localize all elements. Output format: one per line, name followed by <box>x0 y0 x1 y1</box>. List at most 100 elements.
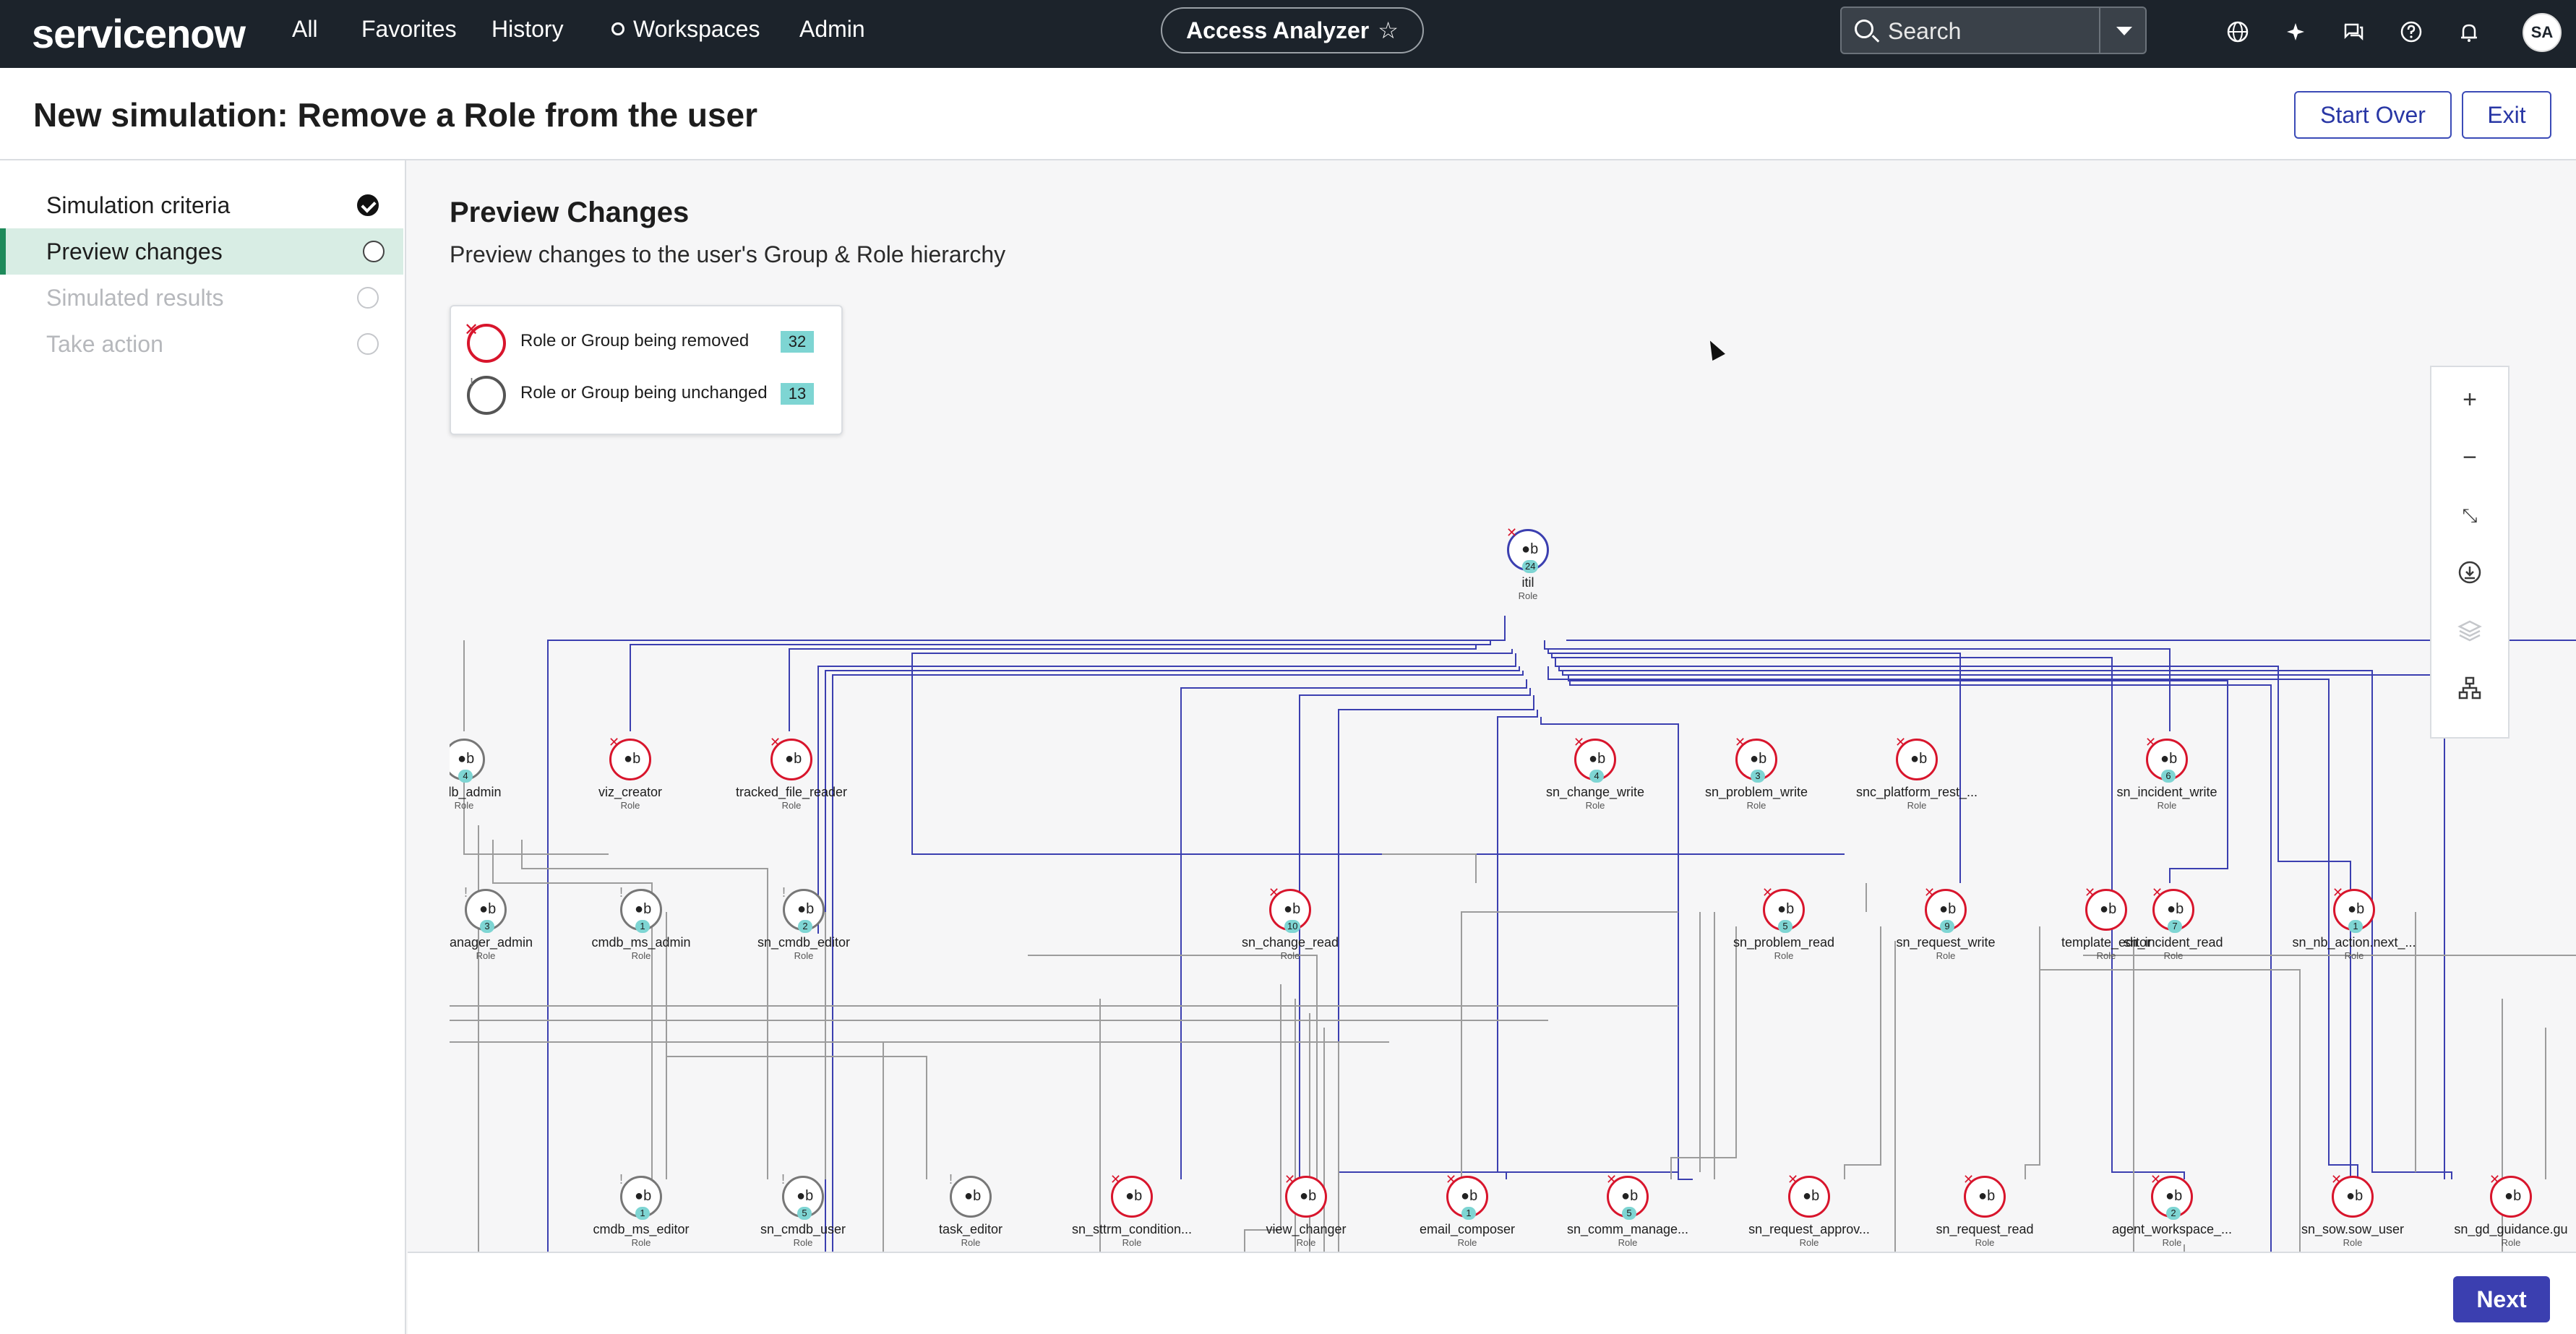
nav-favorites[interactable]: Favorites <box>361 16 457 43</box>
bell-icon[interactable] <box>2453 16 2485 48</box>
node-name: sn_change_read <box>1241 935 1339 950</box>
search-input[interactable] <box>1888 15 2105 47</box>
hierarchy-graph[interactable]: ✕●b24 itil Role !●b4 cmdb_admin Role ✕●b… <box>450 449 2576 1252</box>
role-circle-icon: ✕ ●b <box>2331 1172 2374 1218</box>
node-name: sn_sttrm_condition... <box>1071 1222 1193 1236</box>
role-node-task-editor[interactable]: ! ●b task_editor Role <box>902 1172 1039 1248</box>
hierarchy-icon[interactable] <box>2431 663 2508 714</box>
help-icon[interactable] <box>2395 16 2427 48</box>
step-take-action: Take action <box>0 321 403 367</box>
role-node-cmdb-ms-admin[interactable]: ! ●b 1 cmdb_ms_admin Role <box>572 885 710 961</box>
role-circle-icon: ✕ ●b 6 <box>2145 735 2188 783</box>
nav-workspaces[interactable]: Workspaces <box>611 16 760 43</box>
node-name: view_changer <box>1266 1222 1347 1236</box>
role-node-sn-change-read[interactable]: ✕ ●b 10 sn_change_read Role <box>1222 885 1359 961</box>
role-node-sn-request-approv[interactable]: ✕ ●b sn_request_approv... Role <box>1740 1172 1878 1248</box>
role-node-sn-cmdb-editor[interactable]: ! ●b 2 sn_cmdb_editor Role <box>735 885 872 961</box>
role-node-sn-request-read[interactable]: ✕ ●b sn_request_read Role <box>1916 1172 2053 1248</box>
legend-row-removed: ✕ Role or Group being removed 32 <box>464 320 836 364</box>
sparkle-icon[interactable] <box>2280 16 2311 48</box>
steps-sidebar: Simulation criteria Preview changes Simu… <box>0 160 406 1334</box>
nav-admin[interactable]: Admin <box>799 16 865 43</box>
role-circle-icon: ✕ ●b 5 <box>1762 885 1805 933</box>
role-node-sn-gd-guidance[interactable]: ✕ ●b sn_gd_guidance.gu Role <box>2442 1172 2576 1248</box>
node-type: Role <box>620 800 640 811</box>
step-simulation-criteria[interactable]: Simulation criteria <box>0 182 403 228</box>
role-node-sn-comm-manage[interactable]: ✕ ●b 5 sn_comm_manage... Role <box>1559 1172 1696 1248</box>
circle-icon <box>357 287 379 309</box>
servicenow-logo[interactable]: servicenow <box>32 10 246 57</box>
role-node-email-composer[interactable]: ✕ ●b 1 email_composer Role <box>1399 1172 1536 1248</box>
node-type: Role <box>1280 950 1300 961</box>
role-node-viz-creator[interactable]: ✕ ●b viz_creator Role <box>562 735 699 811</box>
start-over-button[interactable]: Start Over <box>2294 91 2452 139</box>
node-type: Role <box>1585 800 1605 811</box>
role-circle-icon: ! ●b 1 <box>619 1172 662 1220</box>
top-nav: servicenow All Favorites History Workspa… <box>0 0 2576 68</box>
node-type: Role <box>2157 800 2177 811</box>
role-node-sn-change-write[interactable]: ✕ ●b 4 sn_change_write Role <box>1527 735 1664 811</box>
zoom-out-icon[interactable]: − <box>2431 432 2508 483</box>
fit-icon[interactable]: ⤡ <box>2431 490 2508 541</box>
next-button[interactable]: Next <box>2453 1276 2550 1322</box>
node-name: task_editor <box>938 1222 1003 1236</box>
role-node-sn-sttrm-condition[interactable]: ✕ ●b sn_sttrm_condition... Role <box>1063 1172 1201 1248</box>
search-scope-dropdown[interactable] <box>2099 8 2145 53</box>
role-circle-icon: ✕ ●b 10 <box>1268 885 1311 933</box>
role-node-snc-platform-rest[interactable]: ✕ ●b snc_platform_rest_... Role <box>1848 735 1985 811</box>
removed-ring-icon: ✕ <box>464 320 506 363</box>
role-node-sn-sow-sow-user[interactable]: ✕ ●b sn_sow.sow_user Role <box>2284 1172 2421 1248</box>
role-circle-icon: ✕ ●b 4 <box>1573 735 1616 783</box>
role-node-sn-problem-write[interactable]: ✕ ●b 3 sn_problem_write Role <box>1688 735 1825 811</box>
role-node-sn-request-write[interactable]: ✕ ●b 9 sn_request_write Role <box>1877 885 2014 961</box>
role-node-view-changer[interactable]: ✕ ●b view_changer Role <box>1237 1172 1375 1248</box>
node-name: itil <box>1521 575 1534 590</box>
legend-label: Role or Group being unchanged <box>520 383 768 403</box>
role-node-sn-incident-read[interactable]: ✕ ●b 7 sn_incident_read Role <box>2105 885 2242 961</box>
exit-button[interactable]: Exit <box>2462 91 2551 139</box>
role-circle-icon: ✕ ●b 9 <box>1924 885 1967 933</box>
legend-row-unchanged: ! Role or Group being unchanged 13 <box>467 373 836 416</box>
chat-icon[interactable] <box>2337 16 2369 48</box>
node-type: Role <box>2163 950 2184 961</box>
user-avatar[interactable]: SA <box>2523 13 2562 52</box>
role-node-tracked-file-reader[interactable]: ✕ ●b tracked_file_reader Role <box>723 735 860 811</box>
role-node-sn-problem-read[interactable]: ✕ ●b 5 sn_problem_read Role <box>1715 885 1852 961</box>
role-node-sn-incident-write[interactable]: ✕ ●b 6 sn_incident_write Role <box>2098 735 2236 811</box>
page-header: New simulation: Remove a Role from the u… <box>0 68 2576 160</box>
step-label: Simulation criteria <box>46 192 231 218</box>
step-simulated-results: Simulated results <box>0 275 403 321</box>
node-type: Role <box>1457 1237 1477 1248</box>
download-icon[interactable] <box>2431 548 2508 598</box>
node-name: manager_admin <box>450 935 533 950</box>
role-node-sn-cmdb-user[interactable]: ! ●b 5 sn_cmdb_user Role <box>734 1172 872 1248</box>
star-icon[interactable]: ☆ <box>1378 17 1399 43</box>
step-preview-changes[interactable]: Preview changes <box>0 228 403 275</box>
role-node-cmdb-admin[interactable]: !●b4 cmdb_admin Role <box>450 739 533 811</box>
role-node-sn-nb-action[interactable]: ✕ ●b 1 sn_nb_action.next_... Role <box>2285 885 2423 961</box>
node-type: Role <box>793 1237 813 1248</box>
page-footer: Next <box>408 1252 2576 1334</box>
zoom-in-icon[interactable]: + <box>2431 374 2508 425</box>
node-name: cmdb_ms_editor <box>593 1222 690 1236</box>
role-node-manager-admin[interactable]: !●b3 manager_admin Role <box>450 885 554 961</box>
role-node-cmdb-ms-editor[interactable]: ! ●b 1 cmdb_ms_editor Role <box>572 1172 710 1248</box>
node-type: Role <box>1936 950 1956 961</box>
app-pill[interactable]: Access Analyzer ☆ <box>1161 7 1424 53</box>
node-type: Role <box>1907 800 1927 811</box>
role-circle-icon: ✕ ●b <box>770 735 812 780</box>
node-type: Role <box>1746 800 1766 811</box>
node-type: Role <box>476 950 496 961</box>
role-circle-icon: ✕ ●b 5 <box>1606 1172 1649 1220</box>
nav-history[interactable]: History <box>491 16 564 43</box>
role-node-itil[interactable]: ✕ ●b 24 itil Role <box>1459 525 1597 601</box>
role-circle-icon: ✕ ●b 2 <box>2150 1172 2193 1220</box>
role-node-agent-workspace[interactable]: ✕ ●b 2 agent_workspace_... Role <box>2103 1172 2241 1248</box>
check-circle-icon <box>357 194 379 216</box>
node-name: sn_sow.sow_user <box>2301 1222 2405 1236</box>
nav-all[interactable]: All <box>292 16 318 43</box>
node-name: sn_change_write <box>1545 785 1645 799</box>
globe-icon[interactable] <box>2222 16 2254 48</box>
node-name: sn_request_read <box>1936 1222 2034 1236</box>
node-type: Role <box>631 950 651 961</box>
